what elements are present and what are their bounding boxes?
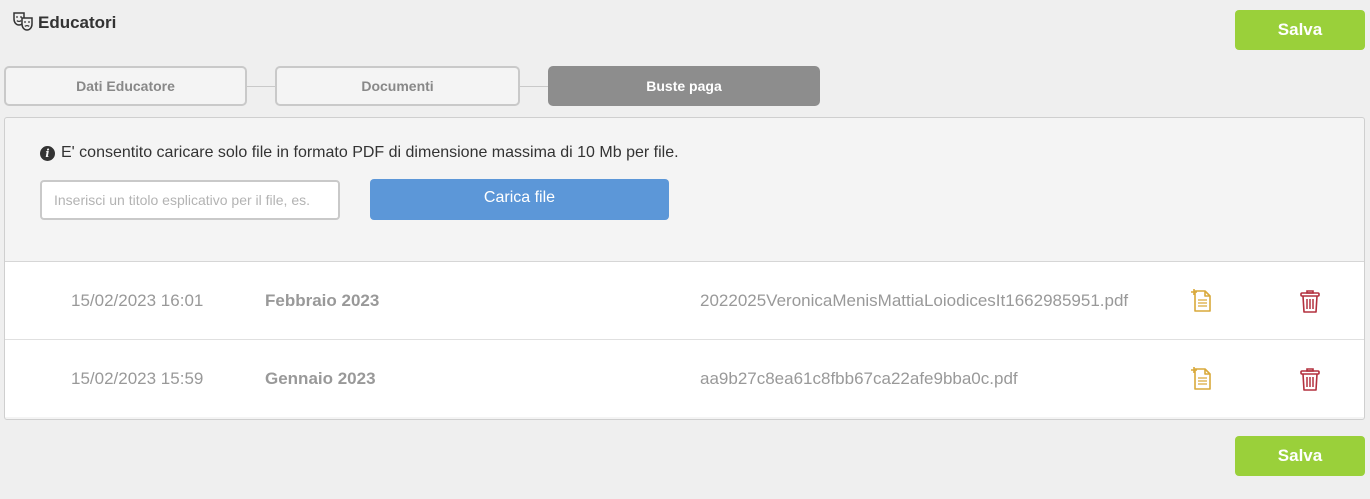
file-date: 15/02/2023 16:01 — [71, 290, 204, 310]
file-row: 15/02/2023 16:01 Febbraio 2023 2022025Ve… — [5, 262, 1364, 340]
upload-panel: i E' consentito caricare solo file in fo… — [4, 117, 1365, 420]
upload-info-text: E' consentito caricare solo file in form… — [61, 144, 679, 161]
upload-info: i E' consentito caricare solo file in fo… — [40, 144, 679, 162]
tab-dati-educatore[interactable]: Dati Educatore — [4, 66, 247, 106]
file-title: Febbraio 2023 — [265, 290, 380, 310]
save-button-bottom[interactable]: Salva — [1235, 436, 1365, 476]
file-title: Gennaio 2023 — [265, 368, 376, 388]
page-title: Educatori — [38, 13, 117, 32]
document-icon[interactable] — [1190, 262, 1214, 339]
file-name: aa9b27c8ea61c8fbb67ca22afe9bba0c.pdf — [700, 368, 1018, 388]
page-header: Educatori — [12, 10, 116, 32]
file-name: 2022025VeronicaMenisMattiaLoiodicesIt166… — [700, 290, 1129, 310]
tab-buste-paga[interactable]: Buste paga — [548, 66, 820, 106]
trash-icon[interactable] — [1299, 262, 1321, 339]
tab-documenti[interactable]: Documenti — [275, 66, 520, 106]
upload-file-button[interactable]: Carica file — [370, 179, 669, 220]
file-title-input[interactable] — [40, 180, 340, 220]
save-button-top[interactable]: Salva — [1235, 10, 1365, 50]
file-row: 15/02/2023 15:59 Gennaio 2023 aa9b27c8ea… — [5, 340, 1364, 417]
files-list: 15/02/2023 16:01 Febbraio 2023 2022025Ve… — [5, 261, 1364, 417]
theater-masks-icon — [12, 10, 34, 32]
file-date: 15/02/2023 15:59 — [71, 368, 204, 388]
document-icon[interactable] — [1190, 340, 1214, 417]
info-icon: i — [40, 145, 55, 161]
trash-icon[interactable] — [1299, 340, 1321, 417]
